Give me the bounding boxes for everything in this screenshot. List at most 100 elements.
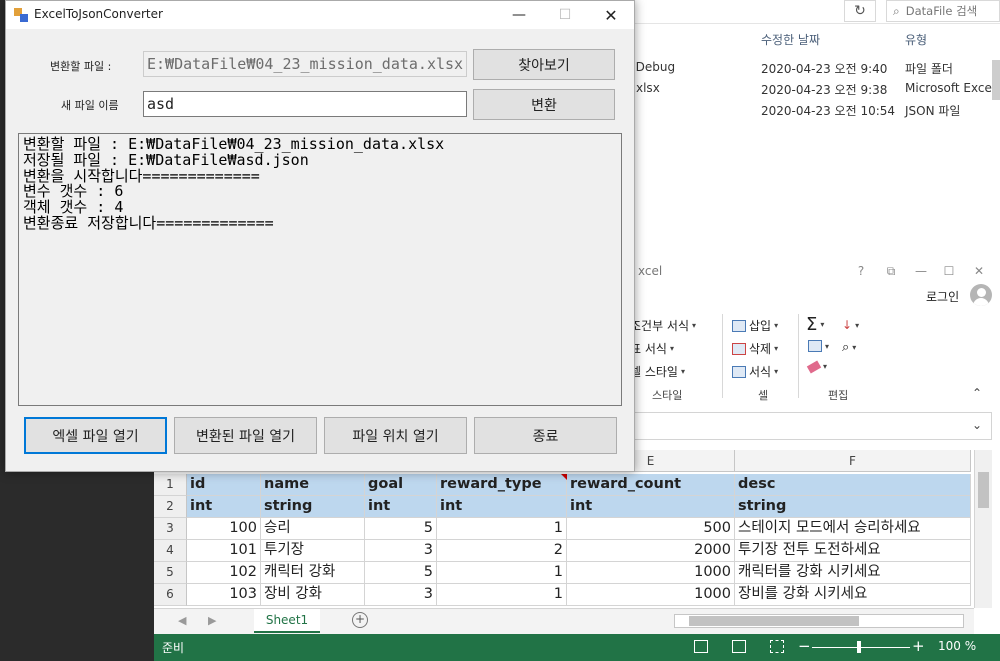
scrollbar-thumb[interactable] [689, 616, 859, 626]
table-cell[interactable]: 102 [187, 562, 261, 584]
table-cell[interactable]: reward_count [567, 474, 735, 496]
table-cell[interactable]: 캐릭터를 강화 시키세요 [735, 562, 971, 584]
autosum-button[interactable]: Σ ▾ [806, 314, 824, 335]
table-cell[interactable]: 101 [187, 540, 261, 562]
file-row-name[interactable]: xlsx [636, 81, 660, 95]
close-icon[interactable]: ✕ [588, 1, 634, 29]
convert-button[interactable]: 변환 [473, 89, 615, 120]
table-cell[interactable]: 1 [437, 518, 567, 540]
browse-button[interactable]: 찾아보기 [473, 49, 615, 80]
table-cell[interactable]: 투기장 [261, 540, 365, 562]
expand-formula-icon[interactable]: ⌄ [972, 418, 982, 432]
row-header[interactable]: 6 [154, 584, 187, 606]
maximize-icon[interactable]: ☐ [938, 262, 960, 280]
row-header[interactable]: 3 [154, 518, 187, 540]
table-cell[interactable]: 2000 [567, 540, 735, 562]
table-cell[interactable]: id [187, 474, 261, 496]
table-cell[interactable]: 3 [365, 584, 437, 606]
table-cell[interactable]: int [437, 496, 567, 518]
clear-button[interactable]: ▾ [806, 360, 827, 373]
table-cell[interactable]: int [187, 496, 261, 518]
source-file-field[interactable]: E:₩DataFile₩04_23_mission_data.xlsx [143, 51, 467, 77]
table-cell[interactable]: 1000 [567, 562, 735, 584]
table-cell[interactable]: 투기장 전투 도전하세요 [735, 540, 971, 562]
exit-button[interactable]: 종료 [474, 417, 617, 454]
table-cell[interactable]: 3 [365, 540, 437, 562]
table-cell[interactable]: int [567, 496, 735, 518]
cell-style-button[interactable]: 셀 스타일 ▾ [630, 363, 685, 380]
zoom-level[interactable]: 100 % [938, 639, 976, 653]
table-cell[interactable]: 103 [187, 584, 261, 606]
page-layout-icon[interactable] [732, 640, 746, 653]
sheet-tab[interactable]: Sheet1 [254, 609, 320, 633]
table-cell[interactable]: goal [365, 474, 437, 496]
avatar[interactable] [970, 284, 992, 306]
dialog-titlebar[interactable]: ExcelToJsonConverter — ☐ ✕ [6, 1, 634, 29]
row-header[interactable]: 2 [154, 496, 187, 518]
open-excel-button[interactable]: 엑셀 파일 열기 [24, 417, 167, 454]
fill-button[interactable]: ▾ [808, 340, 829, 352]
ribbon-display-icon[interactable]: ⧉ [880, 262, 902, 280]
scrollbar-thumb[interactable] [978, 472, 989, 508]
table-cell[interactable]: string [735, 496, 971, 518]
column-header-f[interactable]: F [735, 450, 971, 472]
table-cell[interactable]: string [261, 496, 365, 518]
horizontal-scrollbar[interactable] [674, 614, 964, 628]
delete-button[interactable]: 삭제 ▾ [732, 340, 778, 357]
find-select-button[interactable]: ⌕ ▾ [842, 340, 856, 355]
conditional-format-button[interactable]: 조건부 서식 ▾ [630, 317, 696, 334]
open-location-button[interactable]: 파일 위치 열기 [324, 417, 467, 454]
prev-sheet-icon[interactable]: ◀ [178, 614, 186, 627]
open-converted-button[interactable]: 변환된 파일 열기 [174, 417, 317, 454]
help-icon[interactable]: ? [850, 262, 872, 280]
format-button[interactable]: 서식 ▾ [732, 363, 778, 380]
table-cell[interactable]: 2 [437, 540, 567, 562]
table-cell[interactable]: 스테이지 모드에서 승리하세요 [735, 518, 971, 540]
table-cell[interactable]: 1 [437, 584, 567, 606]
table-cell[interactable]: 장비 강화 [261, 584, 365, 606]
normal-view-icon[interactable] [694, 640, 708, 653]
row-header[interactable]: 1 [154, 474, 187, 496]
table-cell[interactable]: 장비를 강화 시키세요 [735, 584, 971, 606]
minimize-icon[interactable]: — [910, 262, 932, 280]
comment-indicator[interactable] [561, 474, 567, 480]
log-output[interactable]: 변환할 파일 : E:₩DataFile₩04_23_mission_data.… [18, 133, 622, 406]
minimize-icon[interactable]: — [496, 1, 542, 29]
insert-button[interactable]: 삽입 ▾ [732, 317, 778, 334]
login-link[interactable]: 로그인 [926, 288, 959, 305]
column-header-date[interactable]: 수정한 날짜 [761, 31, 820, 48]
table-cell[interactable]: 100 [187, 518, 261, 540]
table-cell[interactable]: 캐릭터 강화 [261, 562, 365, 584]
zoom-in-button[interactable]: + [912, 637, 925, 655]
sort-filter-button[interactable]: ↓ ▾ [842, 318, 859, 332]
table-cell[interactable]: desc [735, 474, 971, 496]
next-sheet-icon[interactable]: ▶ [208, 614, 216, 627]
refresh-icon[interactable]: ↻ [844, 0, 876, 22]
explorer-scrollbar[interactable] [992, 60, 1000, 100]
table-cell[interactable]: int [365, 496, 437, 518]
file-row-name[interactable]: 2Debug [628, 60, 675, 74]
vertical-scrollbar[interactable] [974, 450, 992, 608]
formula-bar[interactable] [600, 412, 992, 440]
zoom-out-button[interactable]: − [798, 637, 811, 655]
row-header[interactable]: 5 [154, 562, 187, 584]
table-cell[interactable]: 5 [365, 562, 437, 584]
zoom-slider-thumb[interactable] [857, 641, 861, 653]
collapse-ribbon-icon[interactable]: ⌃ [972, 386, 982, 400]
table-format-button[interactable]: 표 서식 ▾ [630, 340, 674, 357]
table-cell[interactable]: 1000 [567, 584, 735, 606]
table-cell[interactable]: 5 [365, 518, 437, 540]
new-filename-input[interactable]: asd [143, 91, 467, 117]
add-sheet-icon[interactable]: + [352, 612, 368, 628]
table-cell[interactable]: 500 [567, 518, 735, 540]
close-icon[interactable]: ✕ [968, 262, 990, 280]
table-cell[interactable]: 1 [437, 562, 567, 584]
spreadsheet-grid[interactable]: E F 1 2 3 4 5 6 id name goal reward_type… [154, 450, 974, 608]
table-cell[interactable]: name [261, 474, 365, 496]
row-header[interactable]: 4 [154, 540, 187, 562]
table-cell[interactable]: reward_type [437, 474, 567, 496]
explorer-search-input[interactable]: ⌕ DataFile 검색 [886, 0, 1000, 22]
table-cell[interactable]: 승리 [261, 518, 365, 540]
page-break-icon[interactable] [770, 640, 784, 653]
column-header-type[interactable]: 유형 [905, 31, 927, 48]
